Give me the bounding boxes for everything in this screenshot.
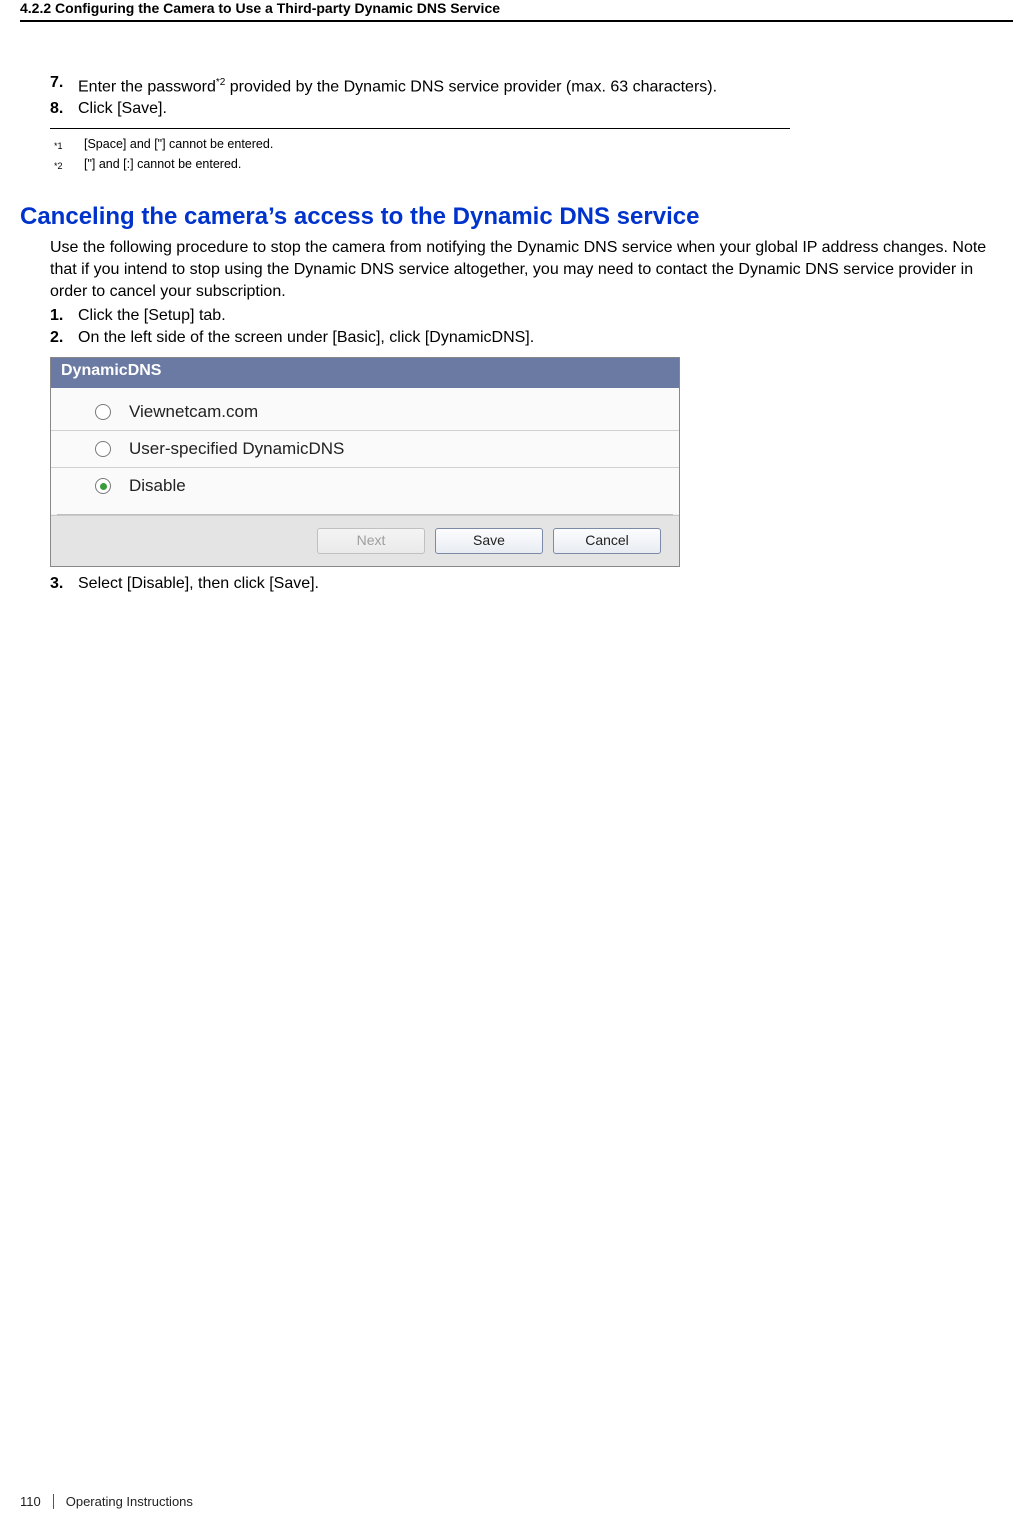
footnote-divider: [50, 128, 790, 129]
continued-steps-list: 7. Enter the password*2 provided by the …: [50, 72, 1009, 120]
step-text: On the left side of the screen under [Ba…: [78, 327, 1013, 349]
step-text: Select [Disable], then click [Save].: [78, 573, 1013, 595]
radio-icon: [95, 404, 111, 420]
radio-label: Disable: [129, 476, 186, 496]
next-button: Next: [317, 528, 425, 554]
subsection-heading: Canceling the camera’s access to the Dyn…: [20, 203, 1013, 231]
footnote: *2 ["] and [:] cannot be entered.: [54, 155, 1009, 175]
section-header: 4.2.2 Configuring the Camera to Use a Th…: [20, 0, 1013, 22]
cancel-button[interactable]: Cancel: [553, 528, 661, 554]
step-number: 3.: [50, 573, 78, 595]
panel-title: DynamicDNS: [51, 358, 679, 388]
footer-doc-title: Operating Instructions: [66, 1494, 193, 1509]
radio-icon: [95, 441, 111, 457]
button-bar: Next Save Cancel: [51, 515, 679, 566]
save-button[interactable]: Save: [435, 528, 543, 554]
list-item: 2. On the left side of the screen under …: [50, 327, 1013, 349]
list-item: 1. Click the [Setup] tab.: [50, 305, 1013, 327]
list-item: 3. Select [Disable], then click [Save].: [50, 573, 1013, 595]
radio-option-viewnetcam[interactable]: Viewnetcam.com: [51, 394, 679, 431]
footnotes-block: *1 [Space] and ["] cannot be entered. *2…: [54, 135, 1009, 175]
footnote-ref: *2: [216, 77, 225, 88]
radio-option-user-ddns[interactable]: User-specified DynamicDNS: [51, 431, 679, 468]
radio-label: User-specified DynamicDNS: [129, 439, 344, 459]
radio-label: Viewnetcam.com: [129, 402, 258, 422]
page-number: 110: [20, 1494, 54, 1509]
step-number: 8.: [50, 98, 78, 120]
list-item: 7. Enter the password*2 provided by the …: [50, 72, 1009, 98]
radio-dot-icon: [100, 483, 107, 490]
step-text: Enter the password*2 provided by the Dyn…: [78, 72, 1009, 98]
page-footer: 110 Operating Instructions: [20, 1494, 193, 1509]
dynamicdns-panel-screenshot: DynamicDNS Viewnetcam.com User-specified…: [50, 357, 680, 567]
radio-group: Viewnetcam.com User-specified DynamicDNS…: [51, 388, 679, 514]
intro-paragraph: Use the following procedure to stop the …: [50, 237, 1013, 303]
cancel-steps-list-continued: 3. Select [Disable], then click [Save].: [50, 573, 1013, 595]
step-text: Click the [Setup] tab.: [78, 305, 1013, 327]
step-number: 7.: [50, 72, 78, 98]
section-title: 4.2.2 Configuring the Camera to Use a Th…: [20, 0, 500, 16]
footnote-text: ["] and [:] cannot be entered.: [84, 155, 1009, 175]
radio-option-disable[interactable]: Disable: [51, 468, 679, 504]
radio-icon-selected: [95, 478, 111, 494]
list-item: 8. Click [Save].: [50, 98, 1009, 120]
cancel-steps-list: 1. Click the [Setup] tab. 2. On the left…: [50, 305, 1013, 349]
step-number: 1.: [50, 305, 78, 327]
step-text: Click [Save].: [78, 98, 1009, 120]
step-number: 2.: [50, 327, 78, 349]
footnote: *1 [Space] and ["] cannot be entered.: [54, 135, 1009, 155]
footnote-marker: *2: [54, 155, 84, 175]
footnote-text: [Space] and ["] cannot be entered.: [84, 135, 1009, 155]
footnote-marker: *1: [54, 135, 84, 155]
